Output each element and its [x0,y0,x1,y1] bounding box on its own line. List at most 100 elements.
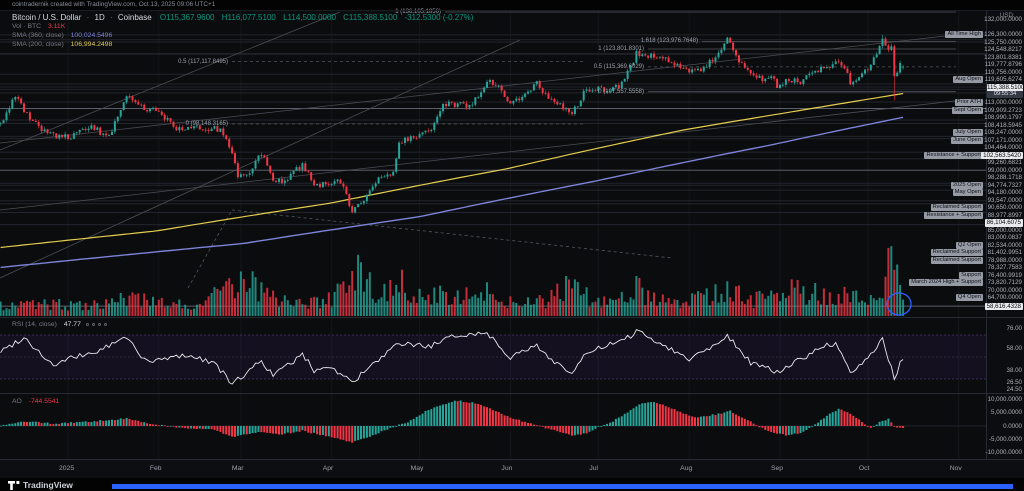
sma360-label: SMA (360, close) [12,32,64,39]
price-scale-label: 88,977.8997 [988,212,1022,219]
footer-bar: TradingView [0,478,1024,491]
price-scale-label: 76,400.9919 [988,272,1022,279]
price-scale-label: 119,777.8796 [985,61,1022,68]
rsi-scale-tick: 38.00 [1007,367,1022,374]
time-axis[interactable]: 2025 Feb Mar Apr May Jun Jul Aug Sep Oct Nov [0,459,1024,478]
ao-scale-tick: -5,000.0000 [989,436,1022,443]
price-scale-label: 99,000.0000 [988,167,1022,174]
month-label: Jul [589,465,598,472]
sma200-legend-row[interactable]: SMA (200, close) 106,994.2498 [12,41,473,49]
volume-legend-row[interactable]: Vol · BTC 3.11K [12,23,473,31]
ao-scale-tick: 0.0000 [1003,423,1022,430]
symbol-legend-row[interactable]: Bitcoin / U.S. Dollar · 1D · Coinbase O1… [12,13,473,22]
price-scale-label: 124,548.8217 [984,46,1022,53]
price-scale-label: 78,327.7583 [988,264,1022,271]
main-price-pane[interactable] [0,10,986,317]
bottom-blue-bar [112,484,1013,489]
brand-text: TradingView [23,480,73,490]
sma360-legend-row[interactable]: SMA (360, close) 100,024.5496 [12,32,473,40]
price-scale-label: 102,563.5420 [981,152,1023,160]
volume-label: Vol · BTC [12,23,41,30]
rsi-pane[interactable] [0,318,986,393]
rsi-setting-dot-icon[interactable] [104,323,107,326]
price-scale-label: 93,547.0000 [988,197,1022,204]
price-scale-label: 123,801.8381 [984,54,1022,61]
rsi-setting-dot-icon[interactable] [98,323,101,326]
month-label: Jun [501,465,512,472]
price-scale-label: 94,774.7327 [988,182,1022,189]
ohlc-open: O115,367.9600 [160,13,215,22]
price-scale-label: 104,464.0000 [984,144,1022,151]
rsi-scale-tick: 58.00 [1007,345,1022,352]
exchange-label[interactable]: Coinbase [118,13,152,22]
tradingview-chart-window: cointradernik created with TradingView.c… [0,0,1024,491]
legend-separator: · [110,13,113,22]
last-price-value: 115,388.5100 [987,84,1023,92]
change-value: -312.5300 (-0.27%) [404,13,473,22]
month-label: Sep [771,465,783,472]
pane-separator[interactable] [0,393,1024,394]
price-scale-label: 98,288.1718 [988,174,1022,181]
month-label: 2025 [59,465,74,472]
ao-legend-row[interactable]: AO -744.5541 [12,398,59,406]
rsi-legend-row[interactable]: RSI (14, close) 47.77 [12,321,107,329]
price-scale-label: 108,990.1797 [984,114,1022,121]
rsi-scale-tick: 76.00 [1007,325,1022,332]
bar-close-countdown: 09:55:34 [987,91,1023,98]
month-label: Feb [150,465,162,472]
month-label: Nov [950,465,962,472]
month-label: May [411,465,424,472]
price-scale-label: 83,000.0837 [988,234,1022,241]
tradingview-logo-icon [8,481,20,490]
month-label: Oct [859,465,870,472]
interval-label[interactable]: 1D [95,13,105,22]
ohlc-close: C115,388.5100 [343,13,397,22]
ao-value: -744.5541 [29,398,60,405]
price-scale-label: 109,909.2723 [984,107,1022,114]
price-scale-label: 85,000.0000 [988,227,1022,234]
price-scale-label: 82,534.0000 [988,242,1022,249]
price-scale[interactable]: USD 132,000.0000126,300.0000125,750.0000… [986,10,1024,478]
last-price-badge[interactable]: 115,388.510009:55:34 [987,84,1023,99]
ohlc-low: L114,500.0000 [283,13,336,22]
price-scale-label: 99,260.6821 [988,159,1022,166]
price-scale-label: 107,171.0000 [984,137,1022,144]
month-label: Aug [680,465,692,472]
ao-pane[interactable] [0,394,986,459]
month-label: Mar [232,465,244,472]
rsi-scale-tick: 26.50 [1007,379,1022,386]
month-label: Apr [323,465,334,472]
tradingview-logo[interactable]: TradingView [8,480,73,490]
price-scale-label: 73,820.7129 [988,279,1022,286]
price-scale-label: 78,988.0000 [988,257,1022,264]
price-scale-label: 132,000.0000 [984,16,1022,23]
price-scale-label: 108,418.5945 [984,122,1022,129]
pane-separator [0,10,1024,11]
price-scale-label: 126,300.0000 [984,31,1022,38]
price-scale-label: 119,756.0000 [985,69,1022,76]
ao-scale-tick: -10,000.0000 [986,449,1022,456]
price-scale-label: 125,750.0000 [984,39,1022,46]
ao-scale-tick: 10,000.0000 [988,396,1022,403]
chart-legend: Bitcoin / U.S. Dollar · 1D · Coinbase O1… [12,13,473,49]
ao-label: AO [12,398,22,405]
ao-scale-tick: 5,000.0000 [991,409,1022,416]
sma200-label: SMA (200, close) [12,41,64,48]
sma200-value: 106,994.2498 [71,41,113,48]
price-scale-label: 86,104.6075 [985,219,1023,227]
rsi-value: 47.77 [64,321,81,328]
price-scale-label: 90,650.0000 [988,204,1022,211]
rsi-setting-dot-icon[interactable] [86,323,89,326]
price-scale-label: 94,180.0000 [988,189,1022,196]
price-scale-label: 108,247.0000 [984,129,1022,136]
price-scale-label: 119,605.6274 [985,76,1022,83]
symbol-title[interactable]: Bitcoin / U.S. Dollar [12,13,81,22]
pane-separator[interactable] [0,317,1024,318]
price-scale-label: 113,000.0000 [985,99,1022,106]
legend-separator: · [87,13,90,22]
volume-value: 3.11K [48,23,65,30]
rsi-setting-dot-icon[interactable] [92,323,95,326]
price-scale-label: 81,402.9951 [988,249,1022,256]
price-scale-label: 70,000.0000 [988,287,1022,294]
ohlc-high: H116,077.5100 [222,13,276,22]
